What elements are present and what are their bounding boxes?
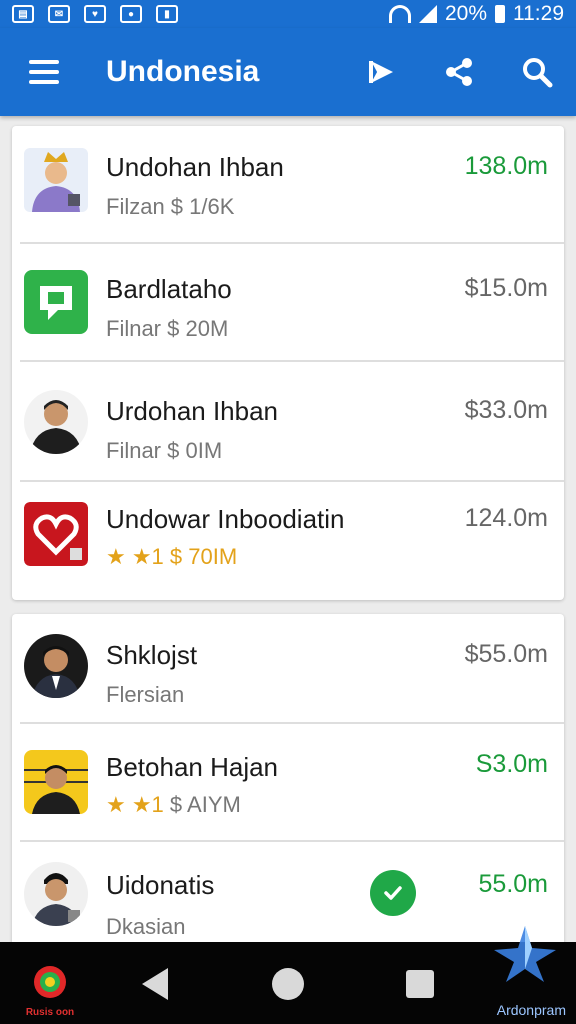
list-group: Undohan Ihban Filzan $ 1/6K 138.0m Bardl…	[12, 126, 564, 600]
colorful-circle-icon	[34, 966, 66, 998]
app-title: Undonesia	[106, 55, 260, 88]
notification-media-icon: ●	[120, 5, 142, 23]
item-price: $ 70IM	[169, 544, 238, 569]
wifi-icon	[388, 5, 411, 23]
clock: 11:29	[513, 2, 564, 25]
item-price: $ AIYM	[169, 792, 241, 817]
search-icon	[523, 58, 553, 88]
item-amount: $33.0m	[464, 396, 548, 424]
item-title: Undowar Inboodiatin	[106, 504, 345, 534]
app-bar: Undonesia	[0, 28, 576, 116]
item-subtitle: Dkasian	[106, 914, 186, 939]
item-subtitle: ★ ★1 $ 70IM	[106, 544, 237, 570]
item-list: Undohan Ihban Filzan $ 1/6K 138.0m Bardl…	[0, 116, 576, 942]
item-amount: $55.0m	[464, 640, 548, 668]
play-store-button[interactable]	[342, 28, 420, 116]
share-icon	[446, 58, 472, 86]
list-item[interactable]: Uidonatis Dkasian 55.0m	[12, 842, 564, 942]
menu-button[interactable]	[0, 28, 88, 116]
item-amount: $15.0m	[464, 274, 548, 302]
item-subtitle: Filzan $ 1/6K	[106, 194, 235, 219]
item-amount: S3.0m	[475, 750, 548, 778]
signal-icon	[418, 5, 437, 23]
notification-shield-icon: ♥	[84, 5, 106, 23]
list-item[interactable]: Bardlataho Filnar $ 20M $15.0m	[12, 244, 564, 362]
list-item[interactable]: Shklojst Flersian $55.0m	[12, 614, 564, 724]
star-logo-icon	[494, 926, 556, 982]
man-yellow-avatar	[24, 750, 88, 814]
brand-right-text: Ardonpram	[496, 1002, 566, 1018]
item-subtitle: Flersian	[106, 682, 185, 707]
crowned-man-avatar	[24, 148, 88, 212]
share-button[interactable]	[420, 28, 498, 116]
list-item[interactable]: Urdohan Ihban Filnar $ 0IM $33.0m	[12, 362, 564, 482]
item-title: Bardlataho	[106, 274, 232, 304]
list-item[interactable]: Undohan Ihban Filzan $ 1/6K 138.0m	[12, 126, 564, 244]
menu-icon	[29, 60, 59, 64]
item-amount: 55.0m	[478, 870, 548, 898]
item-title: Undohan Ihban	[106, 152, 284, 182]
notification-mail-icon: ✉	[48, 5, 70, 23]
man-portrait-avatar	[24, 634, 88, 698]
search-button[interactable]	[498, 28, 576, 116]
item-title: Urdohan Ihban	[106, 396, 279, 426]
man-portrait-avatar	[24, 390, 88, 454]
list-item[interactable]: Undowar Inboodiatin ★ ★1 $ 70IM 124.0m	[12, 482, 564, 600]
rating-stars: ★ ★1	[106, 544, 164, 569]
verified-check-icon	[370, 870, 416, 916]
brand-logo-right: Ardonpram	[478, 926, 570, 1024]
list-item[interactable]: Betohan Hajan ★ ★1 $ AIYM S3.0m	[12, 724, 564, 842]
heart-app-icon	[24, 502, 88, 566]
item-amount: 124.0m	[464, 504, 548, 532]
item-subtitle: Filnar $ 0IM	[106, 438, 223, 463]
notification-file-icon: ▮	[156, 5, 178, 23]
recents-button[interactable]	[406, 970, 434, 998]
item-title: Shklojst	[106, 640, 198, 670]
item-title: Uidonatis	[106, 870, 215, 900]
battery-percent: 20%	[444, 2, 487, 25]
brand-logo-left: Rusis oon	[18, 958, 82, 1022]
notification-app-icon: ▤	[12, 5, 34, 23]
status-bar: ▤ ✉ ♥ ● ▮ 20% 11:29	[0, 0, 576, 28]
home-button[interactable]	[272, 968, 304, 1000]
item-title: Betohan Hajan	[106, 752, 279, 782]
man-cap-avatar	[24, 862, 88, 926]
item-subtitle: ★ ★1 $ AIYM	[106, 792, 241, 818]
system-nav-bar: Rusis oon Ardonpram	[0, 926, 576, 1024]
back-button[interactable]	[142, 968, 168, 1000]
rating-stars: ★ ★1	[106, 792, 164, 817]
chat-bubble-app-icon	[24, 270, 88, 334]
list-group: Shklojst Flersian $55.0m Betohan Hajan ★…	[12, 614, 564, 942]
item-subtitle: Filnar $ 20M	[106, 316, 229, 341]
brand-left-text: Rusis oon	[25, 1007, 75, 1018]
play-icon	[369, 61, 393, 83]
item-amount: 138.0m	[464, 152, 548, 180]
battery-icon	[495, 5, 505, 23]
